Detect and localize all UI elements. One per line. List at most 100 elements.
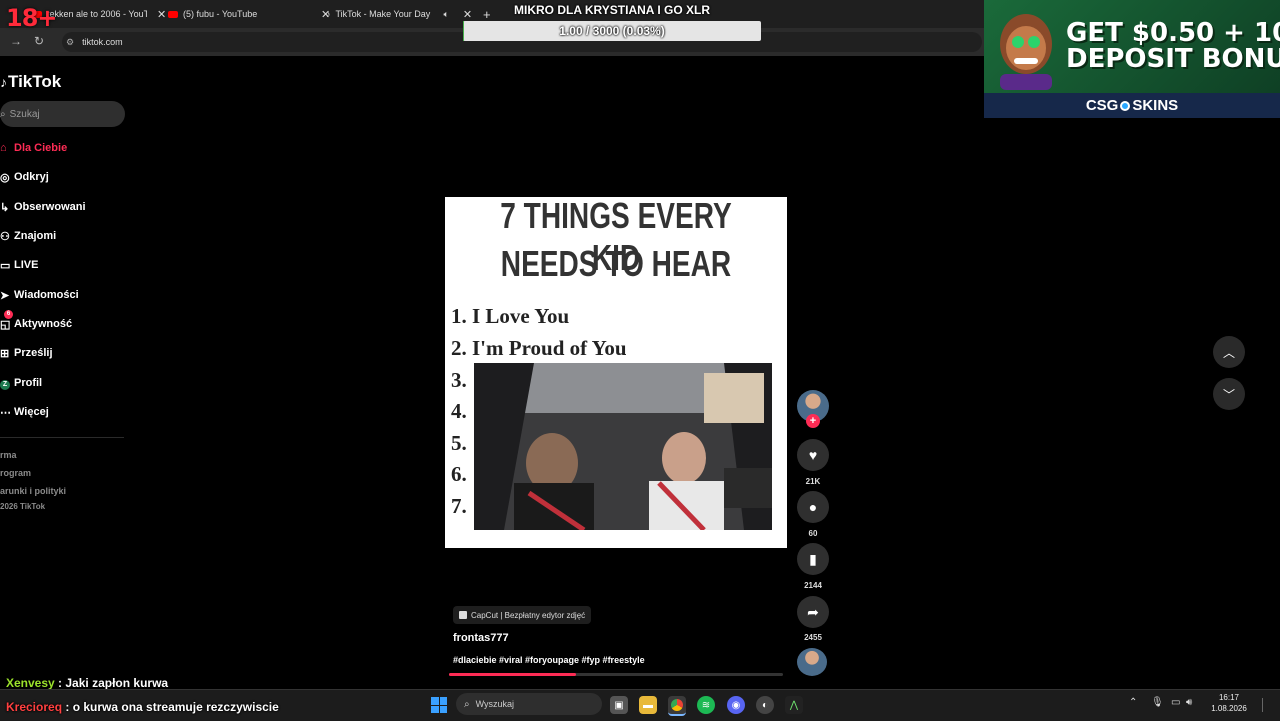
url-text: tiktok.com (82, 37, 123, 47)
home-icon: ⌂ (0, 142, 14, 154)
comment-button[interactable]: ● (797, 491, 829, 523)
more-icon: ⋯ (0, 406, 14, 419)
sidebar-item-obserwowani[interactable]: ↳Obserwowani (0, 197, 120, 217)
tab-youtube-fubu[interactable]: (5) fubu - YouTube ✕ (168, 4, 330, 24)
chrome-icon[interactable] (668, 696, 686, 716)
footer-link[interactable]: arunki i polityki (0, 486, 66, 496)
video-author[interactable]: frontas777 (453, 632, 509, 644)
tab-label: (5) fubu - YouTube (183, 9, 311, 19)
sidebar-item-znajomi[interactable]: ⚇Znajomi (0, 226, 120, 246)
obs-icon[interactable]: ◐ (756, 696, 774, 714)
sidebar-item-profil[interactable]: ZProfil (0, 373, 120, 393)
network-icon[interactable]: ▭ (1171, 697, 1180, 708)
sidebar-item-wiecej[interactable]: ⋯Więcej (0, 402, 120, 422)
chat-message: Krecioreq : o kurwa ona streamuje rezczy… (6, 700, 279, 714)
sidebar-item-aktywnosc[interactable]: ◱Aktywność 6 (0, 314, 120, 334)
profile-avatar-letter: Z (0, 380, 10, 390)
logo-text: TikTok (8, 72, 61, 92)
footer-copyright: 2026 TikTok (0, 502, 45, 511)
video-list-item: 3. (451, 368, 467, 393)
video-heading-line2: NEEDS TO HEAR (483, 243, 750, 285)
sidebar-item-label: Odkryj (14, 171, 49, 183)
compass-icon: ◎ (0, 171, 14, 184)
sidebar-item-dla-ciebie[interactable]: ⌂Dla Ciebie (0, 138, 120, 158)
app-icon[interactable]: ⋀ (785, 696, 803, 714)
music-disc-avatar[interactable] (797, 648, 827, 676)
video-list-item: 6. (451, 462, 467, 487)
video-hashtags[interactable]: #dlaciebie #viral #foryoupage #fyp #free… (453, 655, 645, 665)
notification-badge: 6 (4, 310, 13, 319)
footer-link[interactable]: rma (0, 450, 17, 460)
ad-logo-icon (1120, 101, 1130, 111)
comment-count: 60 (793, 529, 833, 538)
site-info-icon[interactable]: ⚙ (66, 37, 74, 48)
goal-title: MIKRO DLA KRYSTIANA I GO XLR (464, 3, 760, 17)
taskbar-search[interactable]: ⌕ Wyszukaj (456, 693, 602, 715)
speaker-icon[interactable]: 🔈︎ (444, 9, 449, 20)
show-desktop-button[interactable] (1262, 698, 1269, 712)
sidebar-item-przeslij[interactable]: ⊞Prześlij (0, 343, 120, 363)
file-explorer-icon[interactable]: ▬ (639, 696, 657, 714)
tiktok-logo-icon: ♪ (0, 74, 7, 90)
sidebar-item-live[interactable]: ▭LIVE (0, 255, 120, 275)
tiktok-logo[interactable]: ♪ TikTok (0, 72, 61, 92)
heart-icon: ♥ (809, 447, 817, 463)
sidebar-item-label: LIVE (14, 259, 38, 271)
bookmark-icon: ▮ (809, 551, 817, 568)
chevron-down-icon: ﹀ (1223, 386, 1235, 403)
next-video-button[interactable]: ﹀ (1213, 378, 1245, 410)
ad-headline-line2: DEPOSIT BONU (1066, 46, 1280, 72)
share-button[interactable]: ➦ (797, 596, 829, 628)
save-count: 2144 (793, 581, 833, 590)
ad-brand: CSG SKINS (984, 93, 1280, 118)
video-list-item: 1. I Love You (451, 304, 569, 329)
upload-icon: ⊞ (0, 347, 14, 360)
chat-separator: : (55, 676, 66, 690)
goal-progress-text: 1.00 / 3000 (0.03%) (463, 21, 761, 41)
like-button[interactable]: ♥ (797, 439, 829, 471)
capcut-icon (459, 611, 467, 619)
tab-label: TikTok - Make Your Day (336, 9, 444, 19)
sidebar-item-label: Prześlij (14, 347, 53, 359)
ad-headline-line1: GET $0.50 + 10 (1066, 20, 1280, 46)
video-clip-car-scene (474, 363, 772, 530)
ad-headline: GET $0.50 + 10 DEPOSIT BONU (1066, 20, 1280, 72)
share-count: 2455 (793, 633, 833, 642)
tray-overflow-icon[interactable]: ⌃ (1129, 697, 1137, 708)
video-player[interactable]: 7 THINGS EVERY KID NEEDS TO HEAR 1. I Lo… (445, 197, 787, 548)
sidebar-item-label: Aktywność (14, 318, 72, 330)
windows-start-icon[interactable] (431, 697, 447, 713)
ad-banner[interactable]: GET $0.50 + 10 DEPOSIT BONU CSG SKINS (984, 0, 1280, 118)
forward-arrow-icon[interactable]: → (10, 34, 22, 48)
capcut-tag[interactable]: CapCut | Bezpłatny edytor zdjęć (453, 606, 591, 624)
sidebar-item-wiadomosci[interactable]: ➤Wiadomości (0, 285, 120, 305)
spotify-icon[interactable]: ≋ (697, 696, 715, 714)
clock-time: 16:17 (1204, 692, 1254, 703)
comment-icon: ● (809, 499, 817, 515)
video-list-item: 7. (451, 494, 467, 519)
clock-date: 1.08.2026 (1204, 703, 1254, 714)
taskbar-clock[interactable]: 16:17 1.08.2026 (1204, 692, 1254, 714)
chevron-up-icon: ︿ (1223, 344, 1235, 361)
chat-username: Xenvesy (6, 676, 55, 690)
task-view-icon[interactable]: ▣ (610, 696, 628, 714)
follow-plus-icon[interactable]: + (806, 414, 820, 428)
footer-link[interactable]: rogram (0, 468, 31, 478)
sidebar-search[interactable]: ⌕ Szukaj (0, 101, 125, 127)
sidebar-item-label: Dla Ciebie (14, 142, 67, 154)
save-button[interactable]: ▮ (797, 543, 829, 575)
discord-icon[interactable]: ◉ (727, 696, 745, 714)
close-tab-icon[interactable]: ✕ (157, 8, 166, 21)
taskbar-search-placeholder: Wyszukaj (476, 699, 514, 709)
video-progress-bar[interactable] (449, 673, 783, 676)
sidebar-item-odkryj[interactable]: ◎Odkryj (0, 167, 120, 187)
live-icon: ▭ (0, 259, 14, 272)
mascot-character-icon (994, 4, 1058, 90)
send-icon: ➤ (0, 289, 14, 302)
volume-icon[interactable]: 🔊︎ (1186, 697, 1192, 708)
previous-video-button[interactable]: ︿ (1213, 336, 1245, 368)
reload-icon[interactable]: ↻ (34, 34, 44, 48)
microphone-icon[interactable]: 🎙︎ (1151, 697, 1164, 708)
tiktok-icon: ♪ (326, 9, 331, 19)
tab-tiktok[interactable]: ♪ TikTok - Make Your Day 🔈︎ ✕ (326, 4, 472, 24)
